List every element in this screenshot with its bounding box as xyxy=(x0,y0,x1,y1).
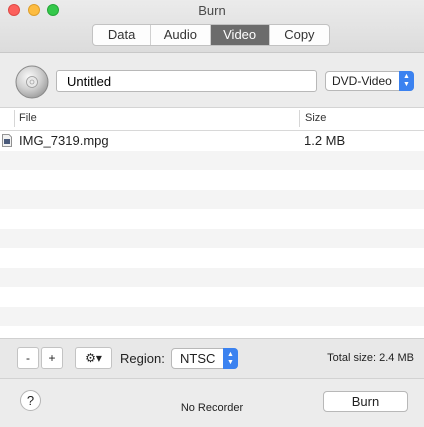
column-header-file[interactable]: File xyxy=(19,112,37,124)
region-select[interactable]: NTSC ▲ ▼ xyxy=(171,348,238,369)
empty-row xyxy=(0,170,424,190)
tab-audio[interactable]: Audio xyxy=(151,25,211,45)
empty-row xyxy=(0,306,424,326)
empty-row xyxy=(0,228,424,248)
empty-row xyxy=(0,267,424,287)
video-file-icon xyxy=(2,134,12,147)
mode-tabs: Data Audio Video Copy xyxy=(92,24,330,46)
disc-icon xyxy=(15,65,49,99)
empty-row xyxy=(0,326,424,338)
column-header-size[interactable]: Size xyxy=(305,112,326,124)
disc-name-field[interactable] xyxy=(56,70,317,92)
disc-format-value: DVD-Video xyxy=(332,74,392,88)
stepper-arrows-icon: ▲ ▼ xyxy=(399,71,414,91)
column-divider xyxy=(299,110,300,127)
total-size-label: Total size: 2.4 MB xyxy=(327,352,414,364)
empty-row xyxy=(0,209,424,229)
file-table: File Size IMG_7319.mpg 1.2 MB xyxy=(0,107,424,339)
burn-button[interactable]: Burn xyxy=(323,391,408,412)
empty-row xyxy=(0,189,424,209)
empty-row xyxy=(0,287,424,307)
add-file-button[interactable]: + xyxy=(41,347,63,369)
table-header: File Size xyxy=(0,108,424,131)
stepper-arrows-icon: ▲ ▼ xyxy=(223,348,238,369)
disc-format-select[interactable]: DVD-Video ▲ ▼ xyxy=(325,71,414,91)
window-title: Burn xyxy=(198,3,226,18)
tab-data[interactable]: Data xyxy=(93,25,152,45)
action-menu-button[interactable]: ⚙▾ xyxy=(75,347,112,369)
column-divider xyxy=(14,110,15,127)
table-row[interactable]: IMG_7319.mpg 1.2 MB xyxy=(0,131,424,151)
empty-row xyxy=(0,150,424,170)
tab-video[interactable]: Video xyxy=(210,25,270,45)
remove-file-button[interactable]: - xyxy=(17,347,39,369)
empty-row xyxy=(0,248,424,268)
tab-copy[interactable]: Copy xyxy=(270,25,329,45)
region-value: NTSC xyxy=(180,351,216,366)
title-bar: Burn Data Audio Video Copy xyxy=(0,0,424,53)
file-name-cell: IMG_7319.mpg xyxy=(19,133,109,148)
file-size-cell: 1.2 MB xyxy=(304,133,346,148)
gear-icon: ⚙▾ xyxy=(85,351,102,365)
region-label: Region: xyxy=(120,351,165,366)
